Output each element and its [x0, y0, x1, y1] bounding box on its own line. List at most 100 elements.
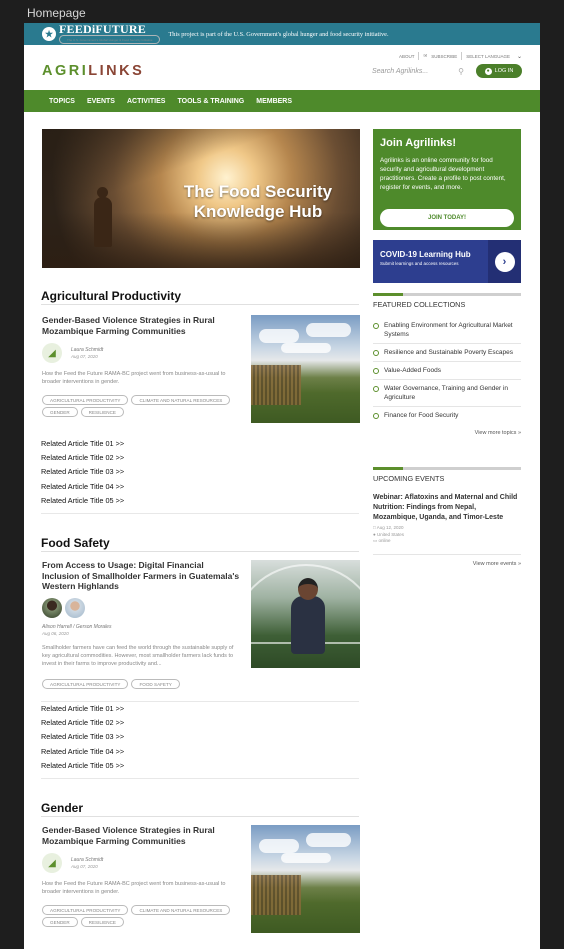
collection-item[interactable]: Finance for Food Security [373, 407, 521, 424]
tag[interactable]: FOOD SAFETY [131, 679, 180, 689]
hero-banner[interactable]: The Food Security Knowledge Hub [42, 129, 360, 268]
related-article-link[interactable]: Related Article Title 05 >> [41, 761, 124, 775]
related-article-link[interactable]: Related Article Title 02 >> [41, 718, 124, 732]
join-text: Agrilinks is an online community for foo… [380, 157, 506, 191]
ftf-logo[interactable]: FEEDiFUTURE The U.S. Government's Global… [59, 23, 161, 44]
covid-learning-hub[interactable]: COVID-19 Learning Hub Submit learnings a… [373, 240, 521, 283]
author-avatars: ◢ [42, 343, 62, 363]
avatar: ◢ [42, 343, 62, 363]
tag[interactable]: RESILIENCE [80, 407, 124, 417]
laptop-icon: ▭ [373, 538, 378, 543]
related-article-link[interactable]: Related Article Title 03 >> [41, 732, 124, 746]
tag[interactable]: AGRICULTURAL PRODUCTIVITY [42, 905, 129, 915]
article-date: Aug 07, 2020 [71, 354, 98, 359]
section-title: Food Safety [41, 536, 110, 550]
article-author[interactable]: Laura Schmidt [71, 857, 103, 863]
collection-item[interactable]: Enabling Environment for Agricultural Ma… [373, 317, 521, 344]
join-box: Join Agrilinks! Agrilinks is an online c… [373, 129, 521, 230]
tag[interactable]: GENDER [42, 407, 78, 417]
section-divider [41, 304, 359, 305]
circle-bullet-icon [373, 413, 379, 419]
article-date: Aug 07, 2020 [71, 864, 98, 869]
circle-bullet-icon [373, 350, 379, 356]
divider [461, 52, 463, 60]
related-articles: Related Article Title 01 >> Related Arti… [41, 439, 124, 510]
tag[interactable]: RESILIENCE [80, 917, 124, 927]
ftf-text: This project is part of the U.S. Governm… [168, 30, 389, 38]
tag[interactable]: GENDER [42, 917, 78, 927]
tag[interactable]: CLIMATE AND NATURAL RESOURCES [131, 395, 231, 405]
divider [373, 553, 521, 555]
join-today-button[interactable]: JOIN TODAY! [380, 209, 514, 227]
user-icon: ● [484, 67, 492, 75]
event-title-link[interactable]: Webinar: Aflatoxins and Maternal and Chi… [373, 493, 521, 523]
nav-topics[interactable]: TOPICS [49, 98, 75, 105]
article-summary: How the Feed the Future RAMA-BC project … [42, 881, 226, 895]
article-title[interactable]: From Access to Usage: Digital Financial … [42, 560, 242, 592]
mail-icon: ✉ [423, 53, 428, 58]
hero-figure [94, 197, 112, 247]
section-divider [41, 551, 359, 552]
related-article-link[interactable]: Related Article Title 02 >> [41, 453, 124, 467]
covid-go-button[interactable]: › [488, 240, 521, 283]
calendar-icon: □ [373, 525, 376, 530]
circle-bullet-icon [373, 368, 379, 374]
article-title[interactable]: Gender-Based Violence Strategies in Rura… [42, 825, 242, 846]
tag[interactable]: AGRICULTURAL PRODUCTIVITY [42, 395, 129, 405]
nav-members[interactable]: MEMBERS [256, 98, 292, 105]
nav-tools-training[interactable]: TOOLS & TRAINING [177, 98, 244, 105]
frame-title: Homepage [27, 6, 86, 20]
related-article-link[interactable]: Related Article Title 05 >> [41, 496, 124, 510]
section-divider [41, 816, 359, 817]
article-date: Aug 06, 2020 [42, 631, 69, 636]
article-title[interactable]: Gender-Based Violence Strategies in Rura… [42, 315, 242, 336]
agrilinks-logo[interactable]: AGRILINKS [42, 63, 144, 79]
author-avatars [42, 598, 85, 618]
article-card[interactable]: Gender-Based Violence Strategies in Rura… [42, 825, 360, 935]
search-icon[interactable]: ⚲ [458, 67, 464, 76]
related-article-link[interactable]: Related Article Title 03 >> [41, 467, 124, 481]
double-chevron-icon: » [517, 560, 521, 567]
article-author[interactable]: Laura Schmidt [71, 347, 103, 353]
divider [418, 52, 420, 60]
chevron-down-icon[interactable]: ⌄ [517, 53, 522, 60]
article-image[interactable] [251, 315, 360, 423]
article-summary: How the Feed the Future RAMA-BC project … [42, 371, 226, 385]
tag[interactable]: AGRICULTURAL PRODUCTIVITY [42, 679, 129, 689]
search-placeholder: Search Agrilinks... [372, 68, 429, 75]
subscribe-link[interactable]: SUBSCRIBE [431, 54, 457, 59]
related-article-link[interactable]: Related Article Title 01 >> [41, 439, 124, 453]
section-title: Agricultural Productivity [41, 289, 182, 303]
arrow-right-icon: › [494, 251, 515, 272]
related-article-link[interactable]: Related Article Title 04 >> [41, 747, 124, 761]
collection-item[interactable]: Water Governance, Training and Gender in… [373, 380, 521, 407]
related-article-link[interactable]: Related Article Title 01 >> [41, 704, 124, 718]
view-more-topics-link[interactable]: View more topics » [373, 430, 521, 436]
view-more-events-link[interactable]: View more events » [373, 561, 521, 567]
language-select[interactable]: SELECT LANGUAGE [466, 54, 510, 59]
article-image[interactable] [251, 825, 360, 933]
circle-bullet-icon [373, 386, 379, 392]
nav-activities[interactable]: ACTIVITIES [127, 98, 166, 105]
collection-item[interactable]: Value-Added Foods [373, 362, 521, 380]
related-article-link[interactable]: Related Article Title 04 >> [41, 482, 124, 496]
article-card[interactable]: Gender-Based Violence Strategies in Rura… [42, 315, 360, 425]
join-title: Join Agrilinks! [380, 137, 456, 149]
avatar [65, 598, 85, 618]
tag[interactable]: CLIMATE AND NATURAL RESOURCES [131, 905, 231, 915]
usa-seal-icon: ★ [42, 27, 56, 41]
login-button[interactable]: ● LOG IN [476, 64, 522, 78]
main-nav: TOPICS EVENTS ACTIVITIES TOOLS & TRAININ… [24, 90, 540, 112]
upcoming-events: UPCOMING EVENTS Webinar: Aflatoxins and … [373, 467, 521, 567]
events-heading: UPCOMING EVENTS [373, 467, 521, 483]
article-author[interactable]: Alison Harrell / Gerson Morales [42, 624, 111, 630]
section-title: Gender [41, 801, 84, 815]
article-card[interactable]: From Access to Usage: Digital Financial … [42, 560, 360, 670]
event-meta: □ Aug 12, 2020 ● United States ▭ online [373, 525, 404, 543]
about-link[interactable]: ABOUT [399, 54, 415, 59]
article-image[interactable] [251, 560, 360, 668]
article-tags: AGRICULTURAL PRODUCTIVITY CLIMATE AND NA… [42, 395, 252, 417]
nav-events[interactable]: EVENTS [87, 98, 115, 105]
collection-item[interactable]: Resilience and Sustainable Poverty Escap… [373, 344, 521, 362]
search-input[interactable]: Search Agrilinks... ⚲ [372, 65, 464, 78]
